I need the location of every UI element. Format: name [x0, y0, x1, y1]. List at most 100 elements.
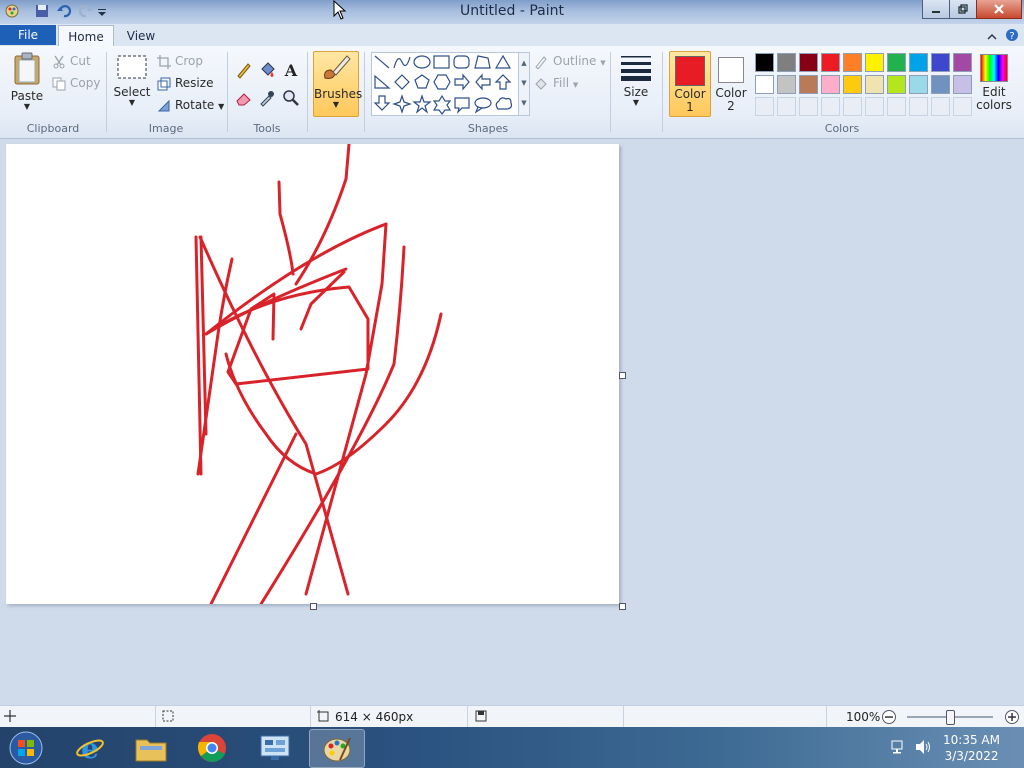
- canvas-resize-handle-right[interactable]: [619, 372, 626, 379]
- tab-view[interactable]: View: [118, 25, 164, 46]
- palette-swatch[interactable]: [931, 75, 950, 94]
- start-button[interactable]: [2, 729, 50, 766]
- palette-swatch[interactable]: [953, 75, 972, 94]
- taskbar-internet-explorer[interactable]: e: [63, 729, 117, 766]
- line-shape-icon[interactable]: [374, 55, 390, 69]
- tab-home[interactable]: Home: [58, 25, 114, 47]
- help-icon[interactable]: ?: [1005, 27, 1019, 46]
- palette-custom-slot[interactable]: [865, 97, 884, 116]
- zoom-in-button[interactable]: [1004, 709, 1020, 728]
- palette-swatch[interactable]: [909, 53, 928, 72]
- palette-swatch[interactable]: [843, 75, 862, 94]
- palette-swatch[interactable]: [843, 53, 862, 72]
- palette-custom-slot[interactable]: [755, 97, 774, 116]
- network-icon[interactable]: [890, 739, 908, 759]
- taskbar-control-panel[interactable]: [248, 729, 302, 766]
- hexagon-shape-icon[interactable]: [433, 74, 451, 90]
- palette-swatch[interactable]: [931, 53, 950, 72]
- size-button[interactable]: Size ▼: [617, 52, 655, 107]
- color-picker-icon[interactable]: [257, 88, 277, 108]
- drawing-canvas[interactable]: [6, 142, 619, 606]
- diamond-shape-icon[interactable]: [394, 74, 410, 90]
- brushes-button[interactable]: Brushes ▼: [313, 51, 362, 117]
- scroll-up-icon[interactable]: ▲: [519, 53, 529, 73]
- zoom-out-button[interactable]: [881, 709, 897, 728]
- canvas-resize-handle-bottom[interactable]: [310, 603, 317, 610]
- cut-button[interactable]: Cut: [70, 54, 91, 68]
- taskbar-file-explorer[interactable]: [124, 729, 178, 766]
- taskbar-paint[interactable]: [309, 729, 365, 768]
- left-arrow-shape-icon[interactable]: [475, 73, 491, 91]
- palette-custom-slot[interactable]: [799, 97, 818, 116]
- palette-custom-slot[interactable]: [953, 97, 972, 116]
- minimize-button[interactable]: [922, 0, 950, 19]
- five-point-star-shape-icon[interactable]: [412, 94, 432, 114]
- palette-swatch[interactable]: [865, 53, 884, 72]
- color-1-button[interactable]: Color 1: [669, 51, 711, 117]
- crop-button[interactable]: Crop: [175, 54, 203, 68]
- cloud-callout-shape-icon[interactable]: [495, 97, 513, 110]
- palette-custom-slot[interactable]: [777, 97, 796, 116]
- palette-swatch[interactable]: [777, 75, 796, 94]
- palette-swatch[interactable]: [887, 53, 906, 72]
- fill-button[interactable]: Fill ▼: [553, 76, 578, 90]
- pencil-icon[interactable]: [234, 60, 254, 80]
- right-triangle-shape-icon[interactable]: [374, 74, 391, 89]
- minimize-ribbon-icon[interactable]: [986, 28, 998, 47]
- taskbar-clock[interactable]: 10:35 AM 3/3/2022: [943, 732, 1000, 764]
- four-point-star-shape-icon[interactable]: [392, 94, 412, 114]
- color-2-button[interactable]: Color 2: [713, 51, 749, 115]
- oval-callout-shape-icon[interactable]: [474, 97, 492, 114]
- resize-icon: [156, 74, 172, 94]
- palette-swatch[interactable]: [887, 75, 906, 94]
- edit-colors-button[interactable]: Edit colors: [975, 54, 1013, 112]
- volume-icon[interactable]: [914, 739, 932, 759]
- palette-swatch[interactable]: [799, 75, 818, 94]
- rounded-callout-shape-icon[interactable]: [454, 97, 470, 114]
- palette-swatch[interactable]: [755, 75, 774, 94]
- palette-swatch[interactable]: [799, 53, 818, 72]
- taskbar-chrome[interactable]: [185, 729, 239, 766]
- resize-button[interactable]: Resize: [175, 76, 213, 90]
- palette-custom-slot[interactable]: [931, 97, 950, 116]
- rectangle-shape-icon[interactable]: [433, 55, 450, 69]
- shapes-gallery-scrollbar[interactable]: ▲ ▼ ▼: [518, 52, 530, 116]
- rotate-button[interactable]: Rotate ▼: [175, 98, 224, 112]
- palette-swatch[interactable]: [821, 75, 840, 94]
- expand-gallery-icon[interactable]: ▼: [519, 93, 529, 113]
- palette-custom-slot[interactable]: [909, 97, 928, 116]
- canvas-resize-handle-corner[interactable]: [619, 603, 626, 610]
- magnifier-icon[interactable]: [281, 88, 301, 108]
- palette-swatch[interactable]: [777, 53, 796, 72]
- copy-button[interactable]: Copy: [70, 76, 100, 90]
- palette-swatch[interactable]: [865, 75, 884, 94]
- restore-button[interactable]: [949, 0, 977, 19]
- down-arrow-shape-icon[interactable]: [373, 95, 391, 111]
- polygon-shape-icon[interactable]: [474, 55, 491, 69]
- palette-swatch[interactable]: [953, 53, 972, 72]
- text-icon[interactable]: A: [281, 60, 301, 80]
- palette-swatch[interactable]: [821, 53, 840, 72]
- triangle-shape-icon[interactable]: [494, 54, 512, 69]
- paste-button[interactable]: Paste ▼: [8, 52, 46, 111]
- fill-bucket-icon[interactable]: [257, 60, 277, 80]
- select-button[interactable]: Select ▼: [113, 54, 151, 107]
- up-arrow-shape-icon[interactable]: [494, 74, 512, 90]
- outline-button[interactable]: Outline ▼: [553, 54, 606, 68]
- oval-shape-icon[interactable]: [413, 55, 431, 69]
- palette-custom-slot[interactable]: [843, 97, 862, 116]
- eraser-icon[interactable]: [234, 88, 254, 108]
- palette-custom-slot[interactable]: [887, 97, 906, 116]
- palette-swatch[interactable]: [755, 53, 774, 72]
- curve-shape-icon[interactable]: [393, 56, 411, 69]
- palette-swatch[interactable]: [909, 75, 928, 94]
- six-point-star-shape-icon[interactable]: [432, 94, 452, 115]
- pentagon-shape-icon[interactable]: [414, 74, 430, 89]
- right-arrow-shape-icon[interactable]: [454, 73, 470, 91]
- close-button[interactable]: [976, 0, 1022, 19]
- scroll-down-icon[interactable]: ▼: [519, 73, 529, 93]
- zoom-slider-thumb[interactable]: [946, 710, 955, 725]
- tab-file[interactable]: File: [0, 25, 56, 45]
- rounded-rectangle-shape-icon[interactable]: [453, 55, 470, 69]
- palette-custom-slot[interactable]: [821, 97, 840, 116]
